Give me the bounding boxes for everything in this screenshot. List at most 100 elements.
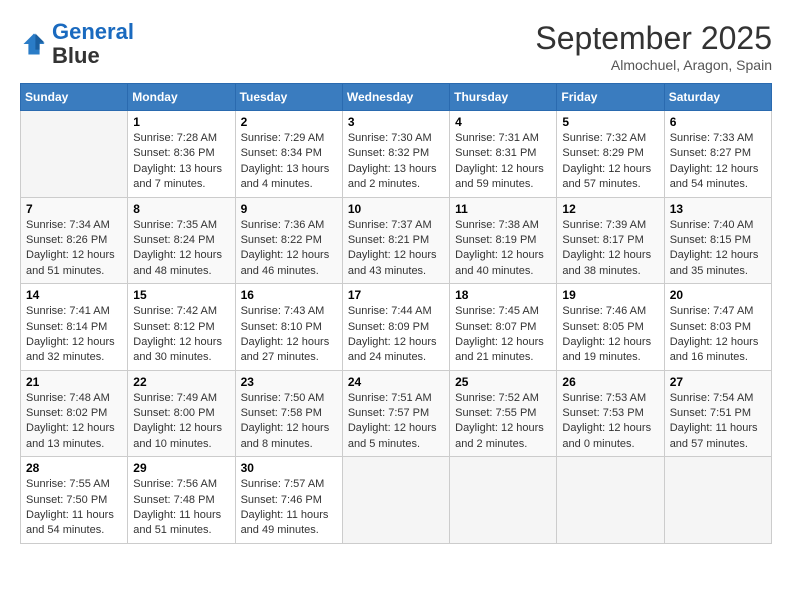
calendar-cell: 8 Sunrise: 7:35 AM Sunset: 8:24 PM Daylig… [128, 197, 235, 284]
calendar-cell: 26 Sunrise: 7:53 AM Sunset: 7:53 PM Dayli… [557, 370, 664, 457]
day-info: Sunrise: 7:51 AM Sunset: 7:57 PM Dayligh… [348, 391, 444, 453]
calendar-cell: 16Sunrise: 7:43 AM Sunset: 8:10 PM Dayli… [235, 284, 342, 371]
day-info: Sunrise: 7:38 AM Sunset: 8:19 PM Dayligh… [455, 218, 551, 280]
weekday-header: Thursday [450, 84, 557, 111]
calendar-cell: 9Sunrise: 7:36 AM Sunset: 8:22 PM Daylig… [235, 197, 342, 284]
day-number: 21 [26, 375, 122, 389]
day-number: 24 [348, 375, 444, 389]
calendar-cell: 22 Sunrise: 7:49 AM Sunset: 8:00 PM Dayli… [128, 370, 235, 457]
calendar: SundayMondayTuesdayWednesdayThursdayFrid… [20, 83, 772, 544]
day-number: 13 [670, 202, 766, 216]
calendar-cell: 25 Sunrise: 7:52 AM Sunset: 7:55 PM Dayli… [450, 370, 557, 457]
location: Almochuel, Aragon, Spain [535, 57, 772, 73]
day-number: 19 [562, 288, 658, 302]
day-number: 15 [133, 288, 229, 302]
day-number: 1 [133, 115, 229, 129]
day-info: Sunrise: 7:56 AM Sunset: 7:48 PM Dayligh… [133, 477, 229, 539]
calendar-cell: 3 Sunrise: 7:30 AM Sunset: 8:32 PM Daylig… [342, 111, 449, 198]
day-number: 8 [133, 202, 229, 216]
day-info: Sunrise: 7:55 AM Sunset: 7:50 PM Dayligh… [26, 477, 122, 539]
day-number: 3 [348, 115, 444, 129]
day-info: Sunrise: 7:57 AM Sunset: 7:46 PM Dayligh… [241, 477, 337, 539]
day-number: 5 [562, 115, 658, 129]
calendar-cell: 11 Sunrise: 7:38 AM Sunset: 8:19 PM Dayli… [450, 197, 557, 284]
calendar-cell: 13 Sunrise: 7:40 AM Sunset: 8:15 PM Dayli… [664, 197, 771, 284]
calendar-cell: 18Sunrise: 7:45 AM Sunset: 8:07 PM Dayli… [450, 284, 557, 371]
day-info: Sunrise: 7:42 AM Sunset: 8:12 PM Dayligh… [133, 304, 229, 366]
calendar-cell: 24 Sunrise: 7:51 AM Sunset: 7:57 PM Dayli… [342, 370, 449, 457]
calendar-cell [21, 111, 128, 198]
day-info: Sunrise: 7:50 AM Sunset: 7:58 PM Dayligh… [241, 391, 337, 453]
calendar-cell: 1 Sunrise: 7:28 AM Sunset: 8:36 PM Daylig… [128, 111, 235, 198]
calendar-cell: 17Sunrise: 7:44 AM Sunset: 8:09 PM Dayli… [342, 284, 449, 371]
calendar-cell: 2 Sunrise: 7:29 AM Sunset: 8:34 PM Daylig… [235, 111, 342, 198]
calendar-cell: 10Sunrise: 7:37 AM Sunset: 8:21 PM Dayli… [342, 197, 449, 284]
day-info: Sunrise: 7:30 AM Sunset: 8:32 PM Dayligh… [348, 131, 444, 193]
calendar-cell: 6 Sunrise: 7:33 AM Sunset: 8:27 PM Daylig… [664, 111, 771, 198]
calendar-cell: 28 Sunrise: 7:55 AM Sunset: 7:50 PM Dayli… [21, 457, 128, 544]
day-info: Sunrise: 7:35 AM Sunset: 8:24 PM Dayligh… [133, 218, 229, 280]
day-number: 22 [133, 375, 229, 389]
day-info: Sunrise: 7:48 AM Sunset: 8:02 PM Dayligh… [26, 391, 122, 453]
calendar-cell: 14 Sunrise: 7:41 AM Sunset: 8:14 PM Dayli… [21, 284, 128, 371]
day-number: 11 [455, 202, 551, 216]
day-info: Sunrise: 7:52 AM Sunset: 7:55 PM Dayligh… [455, 391, 551, 453]
weekday-header: Tuesday [235, 84, 342, 111]
weekday-header: Saturday [664, 84, 771, 111]
day-info: Sunrise: 7:53 AM Sunset: 7:53 PM Dayligh… [562, 391, 658, 453]
calendar-cell [664, 457, 771, 544]
calendar-cell: 20Sunrise: 7:47 AM Sunset: 8:03 PM Dayli… [664, 284, 771, 371]
calendar-cell: 12 Sunrise: 7:39 AM Sunset: 8:17 PM Dayli… [557, 197, 664, 284]
title-block: September 2025 Almochuel, Aragon, Spain [535, 20, 772, 73]
day-number: 14 [26, 288, 122, 302]
day-number: 26 [562, 375, 658, 389]
calendar-header: SundayMondayTuesdayWednesdayThursdayFrid… [21, 84, 772, 111]
day-info: Sunrise: 7:31 AM Sunset: 8:31 PM Dayligh… [455, 131, 551, 193]
day-info: Sunrise: 7:45 AM Sunset: 8:07 PM Dayligh… [455, 304, 551, 366]
day-info: Sunrise: 7:54 AM Sunset: 7:51 PM Dayligh… [670, 391, 766, 453]
page-header: GeneralBlue September 2025 Almochuel, Ar… [20, 20, 772, 73]
day-number: 12 [562, 202, 658, 216]
day-info: Sunrise: 7:34 AM Sunset: 8:26 PM Dayligh… [26, 218, 122, 280]
day-number: 17 [348, 288, 444, 302]
calendar-cell: 29 Sunrise: 7:56 AM Sunset: 7:48 PM Dayli… [128, 457, 235, 544]
calendar-cell: 23Sunrise: 7:50 AM Sunset: 7:58 PM Dayli… [235, 370, 342, 457]
calendar-cell: 5 Sunrise: 7:32 AM Sunset: 8:29 PM Daylig… [557, 111, 664, 198]
calendar-cell: 27 Sunrise: 7:54 AM Sunset: 7:51 PM Dayli… [664, 370, 771, 457]
day-number: 16 [241, 288, 337, 302]
logo-text: GeneralBlue [52, 20, 134, 68]
day-number: 7 [26, 202, 122, 216]
weekday-header: Wednesday [342, 84, 449, 111]
day-number: 4 [455, 115, 551, 129]
day-info: Sunrise: 7:49 AM Sunset: 8:00 PM Dayligh… [133, 391, 229, 453]
weekday-header: Monday [128, 84, 235, 111]
day-number: 27 [670, 375, 766, 389]
calendar-cell: 19 Sunrise: 7:46 AM Sunset: 8:05 PM Dayli… [557, 284, 664, 371]
day-info: Sunrise: 7:41 AM Sunset: 8:14 PM Dayligh… [26, 304, 122, 366]
day-info: Sunrise: 7:28 AM Sunset: 8:36 PM Dayligh… [133, 131, 229, 193]
day-info: Sunrise: 7:46 AM Sunset: 8:05 PM Dayligh… [562, 304, 658, 366]
day-number: 29 [133, 461, 229, 475]
day-info: Sunrise: 7:33 AM Sunset: 8:27 PM Dayligh… [670, 131, 766, 193]
calendar-cell [342, 457, 449, 544]
day-number: 20 [670, 288, 766, 302]
day-number: 10 [348, 202, 444, 216]
day-number: 6 [670, 115, 766, 129]
day-info: Sunrise: 7:40 AM Sunset: 8:15 PM Dayligh… [670, 218, 766, 280]
calendar-cell: 21 Sunrise: 7:48 AM Sunset: 8:02 PM Dayli… [21, 370, 128, 457]
day-info: Sunrise: 7:39 AM Sunset: 8:17 PM Dayligh… [562, 218, 658, 280]
logo: GeneralBlue [20, 20, 134, 68]
day-info: Sunrise: 7:32 AM Sunset: 8:29 PM Dayligh… [562, 131, 658, 193]
day-number: 25 [455, 375, 551, 389]
calendar-cell: 15 Sunrise: 7:42 AM Sunset: 8:12 PM Dayli… [128, 284, 235, 371]
calendar-cell [450, 457, 557, 544]
month-title: September 2025 [535, 20, 772, 57]
day-number: 28 [26, 461, 122, 475]
logo-icon [20, 30, 48, 58]
calendar-cell: 4 Sunrise: 7:31 AM Sunset: 8:31 PM Daylig… [450, 111, 557, 198]
weekday-header: Friday [557, 84, 664, 111]
calendar-cell: 30Sunrise: 7:57 AM Sunset: 7:46 PM Dayli… [235, 457, 342, 544]
day-info: Sunrise: 7:29 AM Sunset: 8:34 PM Dayligh… [241, 131, 337, 193]
day-number: 2 [241, 115, 337, 129]
calendar-cell [557, 457, 664, 544]
